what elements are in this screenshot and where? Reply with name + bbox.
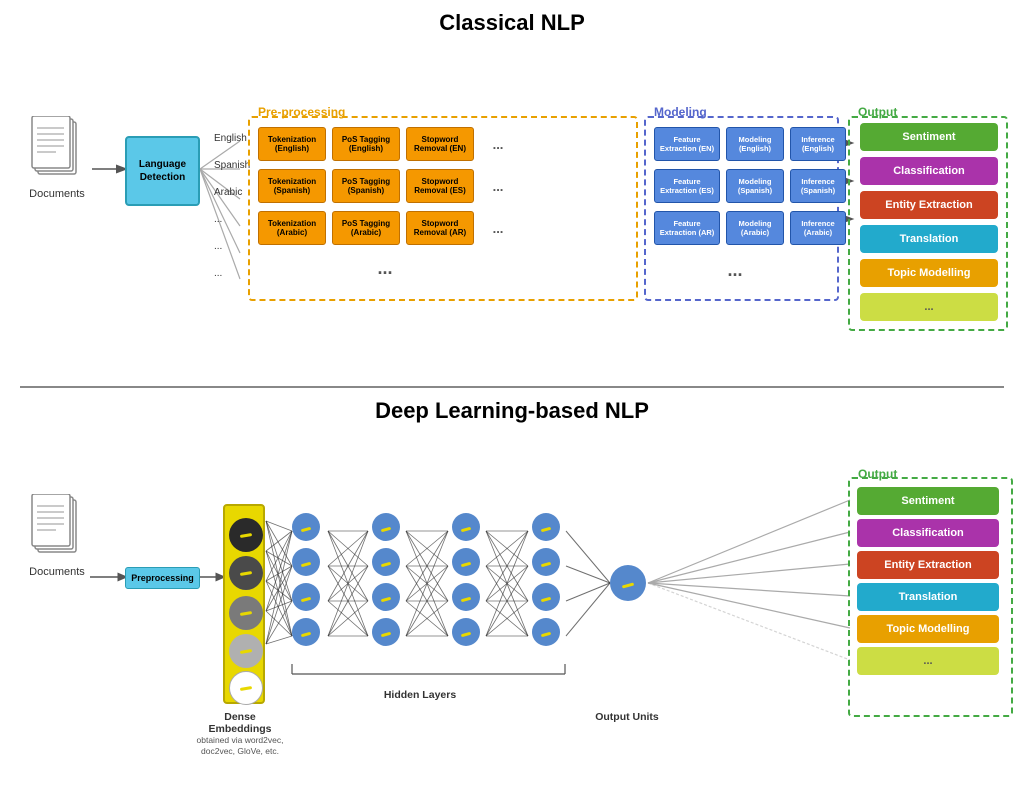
tok-en: Tokenization(English)	[258, 127, 326, 161]
dl-out-classification: Classification	[857, 519, 999, 547]
l1-n2	[292, 548, 320, 576]
l1-n3	[292, 583, 320, 611]
dots-r3: ...	[478, 211, 518, 245]
pos-en: PoS Tagging(English)	[332, 127, 400, 161]
lang-arabic: Arabic	[214, 187, 250, 198]
dots-model: ...	[710, 256, 760, 284]
classical-doc-label: Documents	[22, 188, 92, 200]
lang-dot1: ...	[214, 214, 250, 225]
output-units-label: Output Units	[595, 711, 659, 723]
dots-r2: ...	[478, 169, 518, 203]
classical-documents: Documents	[22, 116, 92, 200]
l2-n3	[372, 583, 400, 611]
classical-title: Classical NLP	[0, 10, 1024, 36]
out-sentiment-c: Sentiment	[860, 123, 998, 151]
section-divider	[20, 386, 1004, 388]
l4-n1	[532, 513, 560, 541]
main-container: Classical NLP	[0, 0, 1024, 794]
l4-n3	[532, 583, 560, 611]
l4-n4	[532, 618, 560, 646]
preprocessing-dl-label: Preprocessing	[131, 573, 194, 583]
dl-documents: Documents	[22, 494, 92, 578]
l2-n1	[372, 513, 400, 541]
feat-en: FeatureExtraction (EN)	[654, 127, 720, 161]
l1-n1	[292, 513, 320, 541]
out-classification-c: Classification	[860, 157, 998, 185]
out-entity-c: Entity Extraction	[860, 191, 998, 219]
lang-dot2: ...	[214, 241, 250, 252]
l2-n2	[372, 548, 400, 576]
dl-out-entity: Entity Extraction	[857, 551, 999, 579]
tok-es: Tokenization(Spanish)	[258, 169, 326, 203]
output-label-dl: Output	[858, 467, 897, 481]
out-translation-c: Translation	[860, 225, 998, 253]
l1-n4	[292, 618, 320, 646]
dl-doc-label: Documents	[22, 566, 92, 578]
out-topic-c: Topic Modelling	[860, 259, 998, 287]
model-en: Modeling(English)	[726, 127, 784, 161]
l3-n3	[452, 583, 480, 611]
infer-ar: Inference(Arabic)	[790, 211, 846, 245]
dense-embed-axis-label: Dense Embeddings obtained via word2vec,d…	[195, 711, 285, 757]
lang-spanish: Spanish	[214, 160, 250, 171]
l2-n4	[372, 618, 400, 646]
preprocessing-dl: Preprocessing	[125, 567, 200, 589]
dots-mid: ...	[365, 253, 405, 283]
stop-ar: StopwordRemoval (AR)	[406, 211, 474, 245]
l3-n2	[452, 548, 480, 576]
l3-n1	[452, 513, 480, 541]
stop-en: StopwordRemoval (EN)	[406, 127, 474, 161]
lang-detect-box: LanguageDetection	[125, 136, 200, 206]
out-dots-c: ...	[860, 293, 998, 321]
l4-n2	[532, 548, 560, 576]
modeling-label: Modeling	[654, 105, 707, 119]
infer-en: Inference(English)	[790, 127, 846, 161]
hidden-layers-axis-label: Hidden Layers	[360, 689, 480, 701]
dl-section: Documents Preprocessing	[0, 434, 1024, 784]
pos-es: PoS Tagging(Spanish)	[332, 169, 400, 203]
hidden-layers-label: Hidden Layers	[384, 689, 456, 701]
dense-embed-sublabel-text: obtained via word2vec,doc2vec, GloVe, et…	[197, 735, 284, 756]
lang-dot3: ...	[214, 268, 250, 279]
classical-diagram: Documents LanguageDetection English Span…	[10, 61, 1014, 356]
output-units-axis-label: Output Units	[587, 711, 667, 723]
lang-labels: English Spanish Arabic ... ... ...	[214, 133, 250, 295]
output-label-classical: Output	[858, 105, 897, 119]
lang-detect-label: LanguageDetection	[139, 158, 186, 184]
dl-doc-icon	[30, 494, 85, 562]
dl-out-topic: Topic Modelling	[857, 615, 999, 643]
classical-section: Documents LanguageDetection English Span…	[0, 46, 1024, 386]
doc-icon	[30, 116, 85, 184]
preprocessing-label: Pre-processing	[258, 105, 345, 119]
dense-embed-box	[223, 504, 265, 704]
output-unit	[610, 565, 646, 601]
dl-title: Deep Learning-based NLP	[0, 398, 1024, 424]
tok-ar: Tokenization(Arabic)	[258, 211, 326, 245]
stop-es: StopwordRemoval (ES)	[406, 169, 474, 203]
dense-embed-label-text: Dense Embeddings	[208, 711, 271, 735]
dl-diagram: Documents Preprocessing	[10, 449, 1014, 749]
model-ar: Modeling(Arabic)	[726, 211, 784, 245]
dl-out-sentiment: Sentiment	[857, 487, 999, 515]
dl-out-dots: ...	[857, 647, 999, 675]
feat-ar: FeatureExtraction (AR)	[654, 211, 720, 245]
feat-es: FeatureExtraction (ES)	[654, 169, 720, 203]
lang-english: English	[214, 133, 250, 144]
pos-ar: PoS Tagging(Arabic)	[332, 211, 400, 245]
dots-r1: ...	[478, 127, 518, 161]
l3-n4	[452, 618, 480, 646]
infer-es: Inference(Spanish)	[790, 169, 846, 203]
model-es: Modeling(Spanish)	[726, 169, 784, 203]
dl-out-translation: Translation	[857, 583, 999, 611]
